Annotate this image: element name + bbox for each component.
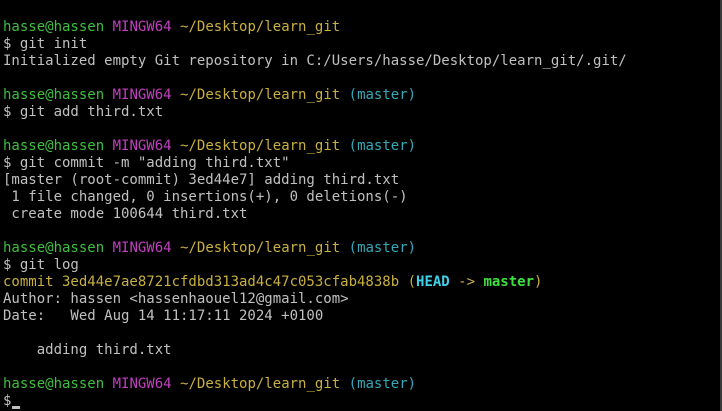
terminal-text-text <box>104 138 112 154</box>
terminal-text-path: ~/Desktop/learn_git <box>180 87 341 103</box>
terminal-text-text <box>172 138 180 154</box>
terminal-text-text: Initialized empty Git repository in C:/U… <box>3 53 627 69</box>
terminal-text-path: ~/Desktop/learn_git <box>180 240 341 256</box>
terminal-text-text <box>172 19 180 35</box>
terminal-text-text: [master (root-commit) 3ed44e7] adding th… <box>3 172 400 188</box>
terminal-line: hasse@hassen MINGW64 ~/Desktop/learn_git… <box>3 138 720 155</box>
terminal-text-commit-hash: ) <box>534 274 543 290</box>
terminal-line: $ git add third.txt <box>3 104 720 121</box>
terminal-text-text: $ git commit -m "adding third.txt" <box>3 155 290 171</box>
terminal-line: hasse@hassen MINGW64 ~/Desktop/learn_git… <box>3 87 720 104</box>
terminal-text-text <box>172 376 180 392</box>
terminal-line: hasse@hassen MINGW64 ~/Desktop/learn_git… <box>3 240 720 257</box>
terminal-text-commit-hash: -> <box>449 274 484 290</box>
terminal-text-commit-hash: ( <box>399 274 417 290</box>
terminal-text-text <box>340 138 348 154</box>
terminal-text-mingw: MINGW64 <box>112 87 172 103</box>
terminal-line: Author: hassen <hassenhaouel12@gmail.com… <box>3 291 720 308</box>
terminal-text-user-host: hasse@hassen <box>3 376 105 392</box>
text-cursor <box>12 406 21 409</box>
terminal-line: $ git log <box>3 257 720 274</box>
terminal-line: adding third.txt <box>3 342 720 359</box>
terminal-text-master-bold: master <box>483 274 535 290</box>
terminal-text-text: $ <box>3 393 12 409</box>
terminal-text-text: adding third.txt <box>3 342 172 358</box>
terminal-line: create mode 100644 third.txt <box>3 206 720 223</box>
terminal-text-commit-hash: commit 3ed44e7ae8721cfdbd313ad4c47c053cf… <box>3 274 400 290</box>
terminal-line: Initialized empty Git repository in C:/U… <box>3 53 720 70</box>
terminal-text-mingw: MINGW64 <box>112 240 172 256</box>
terminal-text-mingw: MINGW64 <box>112 138 172 154</box>
terminal-text-text <box>172 87 180 103</box>
terminal-text-mingw: MINGW64 <box>112 376 172 392</box>
terminal-text-text <box>340 240 348 256</box>
terminal-text-path: ~/Desktop/learn_git <box>180 376 341 392</box>
terminal-text-text: $ git log <box>3 257 79 273</box>
terminal-line: $ git init <box>3 36 720 53</box>
terminal-text-text: $ git init <box>3 36 88 52</box>
terminal-line: commit 3ed44e7ae8721cfdbd313ad4c47c053cf… <box>3 274 720 291</box>
terminal-line: $ git commit -m "adding third.txt" <box>3 155 720 172</box>
terminal-text-text <box>104 19 112 35</box>
terminal-text-text <box>104 376 112 392</box>
terminal-text-text: Date: Wed Aug 14 11:17:11 2024 +0100 <box>3 308 324 324</box>
terminal-line: $ <box>3 393 720 410</box>
terminal-text-text: create mode 100644 third.txt <box>3 206 248 222</box>
terminal-text-branch: (master) <box>348 138 417 154</box>
terminal-line: Date: Wed Aug 14 11:17:11 2024 +0100 <box>3 308 720 325</box>
terminal-text-text <box>340 87 348 103</box>
terminal-text-branch: (master) <box>348 240 417 256</box>
terminal-line: 1 file changed, 0 insertions(+), 0 delet… <box>3 189 720 206</box>
terminal-text-text: 1 file changed, 0 insertions(+), 0 delet… <box>3 189 408 205</box>
terminal-text-user-host: hasse@hassen <box>3 87 105 103</box>
terminal-text-user-host: hasse@hassen <box>3 240 105 256</box>
terminal-text-user-host: hasse@hassen <box>3 138 105 154</box>
terminal-text-branch: (master) <box>348 376 417 392</box>
terminal-text-text: Author: hassen <hassenhaouel12@gmail.com… <box>3 291 349 307</box>
terminal-line: hasse@hassen MINGW64 ~/Desktop/learn_git… <box>3 376 720 393</box>
terminal-line: hasse@hassen MINGW64 ~/Desktop/learn_git <box>3 19 720 36</box>
terminal-text-mingw: MINGW64 <box>112 19 172 35</box>
terminal-text-path: ~/Desktop/learn_git <box>180 138 341 154</box>
terminal-text-text <box>104 240 112 256</box>
terminal-text-user-host: hasse@hassen <box>3 19 105 35</box>
terminal-text-path: ~/Desktop/learn_git <box>180 19 341 35</box>
terminal-text-head: HEAD <box>416 274 450 290</box>
terminal-window[interactable]: hasse@hassen MINGW64 ~/Desktop/learn_git… <box>0 0 722 411</box>
terminal-text-text <box>104 87 112 103</box>
terminal-text-text <box>340 376 348 392</box>
terminal-text-branch: (master) <box>348 87 417 103</box>
terminal-text-text: $ git add third.txt <box>3 104 164 120</box>
terminal-line: [master (root-commit) 3ed44e7] adding th… <box>3 172 720 189</box>
terminal-text-text <box>172 240 180 256</box>
